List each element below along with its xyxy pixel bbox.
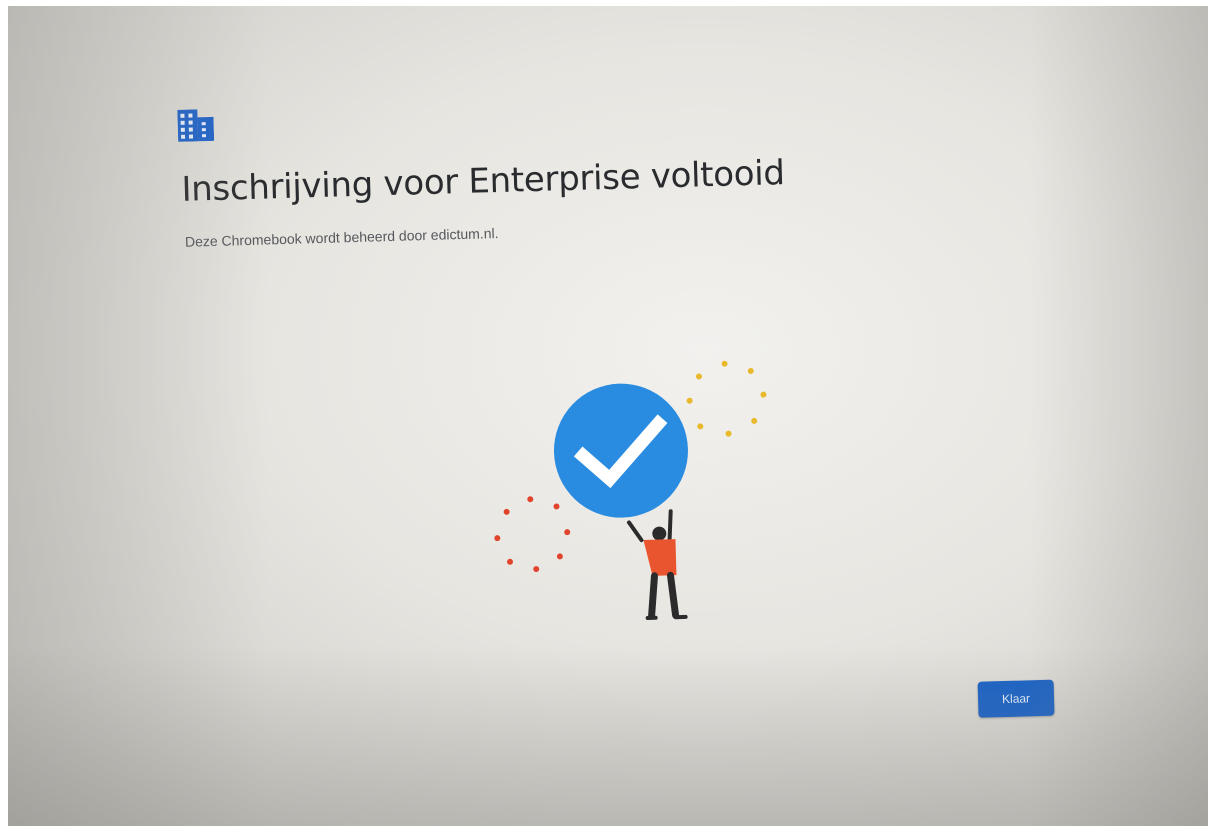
enterprise-building-icon bbox=[177, 109, 215, 142]
page-title: Inschrijving voor Enterprise voltooid bbox=[180, 152, 786, 210]
red-confetti-icon bbox=[494, 496, 571, 573]
page-subtitle: Deze Chromebook wordt beheerd door edict… bbox=[184, 224, 499, 250]
checkmark-badge-person-illustration bbox=[494, 360, 767, 620]
yellow-confetti-icon bbox=[686, 360, 767, 437]
person-icon bbox=[626, 509, 688, 620]
enrollment-screen: Inschrijving voor Enterprise voltooid De… bbox=[8, 6, 1208, 826]
check-circle-icon bbox=[553, 383, 688, 518]
done-button[interactable]: Klaar bbox=[977, 679, 1055, 718]
screen-photo: Inschrijving voor Enterprise voltooid De… bbox=[8, 6, 1208, 826]
